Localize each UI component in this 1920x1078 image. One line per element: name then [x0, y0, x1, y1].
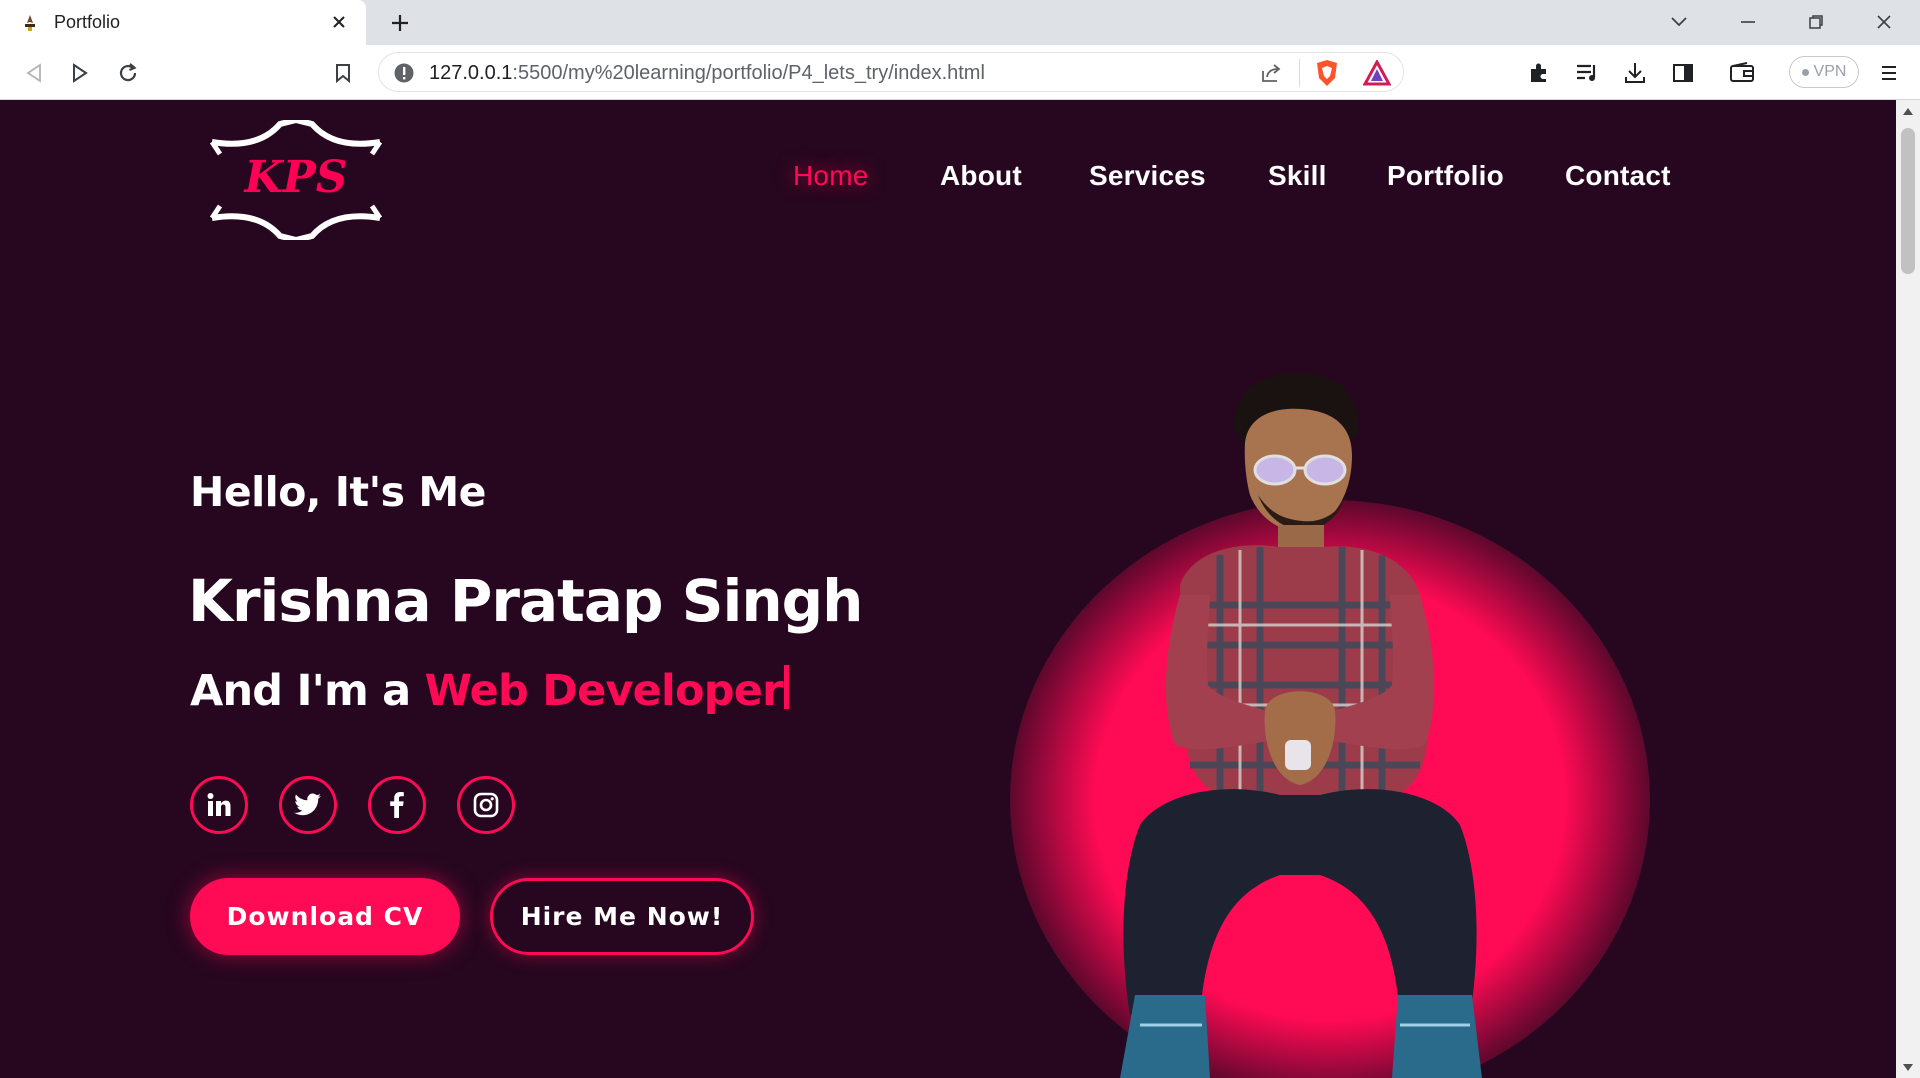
- address-bar[interactable]: 127.0.0.1:5500/my%20learning/portfolio/P…: [378, 52, 1404, 92]
- nav-contact[interactable]: Contact: [1565, 160, 1671, 192]
- hero-greeting: Hello, It's Me: [190, 468, 486, 516]
- tab-title: Portfolio: [54, 12, 121, 32]
- brave-rewards-icon[interactable]: [1362, 58, 1392, 90]
- restore-icon[interactable]: [1801, 9, 1831, 35]
- hire-me-button[interactable]: Hire Me Now!: [490, 878, 754, 955]
- download-cv-button[interactable]: Download CV: [190, 878, 460, 955]
- close-window-icon[interactable]: [1869, 9, 1899, 35]
- close-tab-icon[interactable]: [328, 11, 350, 33]
- twitter-icon[interactable]: [279, 776, 337, 834]
- forward-icon[interactable]: [64, 57, 96, 89]
- url-path: :5500/my%20learning/portfolio/P4_lets_tr…: [512, 62, 985, 84]
- scroll-down-arrow-icon[interactable]: [1902, 1062, 1914, 1072]
- scrollbar-thumb[interactable]: [1901, 128, 1915, 274]
- logo-text: KPS: [244, 152, 348, 203]
- page-scrollbar[interactable]: [1896, 100, 1920, 1078]
- profile-photo: [1120, 372, 1482, 1078]
- hero-role: And I'm a Web Developer: [190, 665, 790, 716]
- new-tab-button[interactable]: [386, 9, 414, 37]
- back-icon[interactable]: [18, 57, 50, 89]
- nav-services[interactable]: Services: [1089, 160, 1206, 192]
- sidebar-icon[interactable]: [1667, 57, 1699, 89]
- download-icon[interactable]: [1619, 57, 1651, 89]
- media-queue-icon[interactable]: [1571, 57, 1603, 89]
- linkedin-icon[interactable]: [190, 776, 248, 834]
- facebook-icon[interactable]: [368, 776, 426, 834]
- tab-strip: Portfolio: [0, 0, 1920, 45]
- tab-search-icon[interactable]: [1664, 9, 1694, 35]
- bookmark-icon[interactable]: [327, 57, 359, 89]
- hero-role-prefix: And I'm a: [190, 666, 425, 716]
- site-info-icon[interactable]: [393, 62, 415, 88]
- extensions-icon[interactable]: [1523, 57, 1555, 89]
- reload-icon[interactable]: [112, 57, 144, 89]
- minimize-icon[interactable]: [1733, 9, 1763, 35]
- instagram-icon[interactable]: [457, 776, 515, 834]
- menu-icon[interactable]: [1873, 57, 1905, 89]
- url-host: 127.0.0.1: [429, 62, 513, 84]
- hero-role-highlight: Web Developer: [424, 666, 784, 716]
- nav-skill[interactable]: Skill: [1268, 160, 1327, 192]
- browser-toolbar: 127.0.0.1:5500/my%20learning/portfolio/P…: [0, 45, 1920, 100]
- nav-about[interactable]: About: [940, 160, 1022, 192]
- vpn-button[interactable]: VPN: [1789, 56, 1859, 88]
- vpn-label: VPN: [1813, 63, 1847, 80]
- vpn-status-dot: [1801, 68, 1809, 76]
- brave-shields-icon[interactable]: [1313, 58, 1341, 92]
- wallet-icon[interactable]: [1726, 57, 1758, 89]
- nav-portfolio[interactable]: Portfolio: [1387, 160, 1504, 192]
- scroll-up-arrow-icon[interactable]: [1902, 106, 1914, 116]
- hero-name: Krishna Pratap Singh: [188, 567, 863, 635]
- site-logo[interactable]: KPS: [208, 116, 384, 244]
- typing-cursor: [784, 665, 790, 709]
- nav-home[interactable]: Home: [793, 160, 869, 192]
- url-text: 127.0.0.1:5500/my%20learning/portfolio/P…: [429, 62, 985, 85]
- omnibox-divider: [1299, 59, 1300, 87]
- share-icon[interactable]: [1259, 61, 1283, 89]
- page-viewport: KPS Home About Services Skill Portfolio …: [0, 100, 1896, 1078]
- active-tab[interactable]: Portfolio: [0, 0, 366, 45]
- site-favicon-icon: [20, 13, 40, 33]
